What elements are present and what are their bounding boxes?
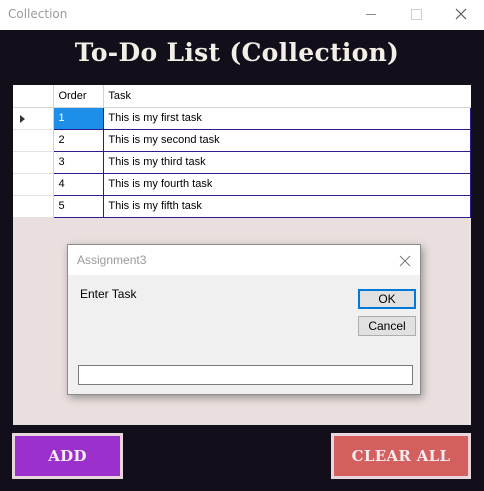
ok-button[interactable]: OK	[358, 289, 416, 309]
order-cell[interactable]: 3	[53, 150, 105, 174]
grid-header-row: Order Task	[13, 85, 471, 108]
row-header[interactable]	[13, 107, 55, 130]
order-cell[interactable]: 1	[53, 106, 105, 130]
row-pointer-icon	[20, 114, 25, 123]
minimize-icon[interactable]	[348, 0, 394, 30]
row-header[interactable]	[13, 129, 55, 152]
table-row[interactable]: 2 This is my second task	[13, 128, 471, 152]
enter-task-dialog: Assignment3 Enter Task OK Cancel	[67, 244, 421, 395]
close-icon[interactable]	[398, 253, 412, 267]
task-input[interactable]	[78, 365, 413, 385]
maximize-icon[interactable]	[393, 0, 439, 30]
task-cell[interactable]: This is my fourth task	[103, 172, 471, 196]
column-header-task[interactable]: Task	[103, 85, 471, 108]
page-title: To-Do List (Collection)	[74, 38, 400, 67]
task-cell[interactable]: This is my second task	[103, 128, 471, 152]
row-header[interactable]	[13, 195, 55, 218]
clear-all-button[interactable]: CLEAR ALL	[331, 433, 471, 479]
row-header[interactable]	[13, 151, 55, 174]
column-header-order[interactable]: Order	[53, 85, 105, 108]
order-cell[interactable]: 5	[53, 194, 105, 218]
order-cell[interactable]: 4	[53, 172, 105, 196]
add-button[interactable]: ADD	[12, 433, 123, 479]
task-cell[interactable]: This is my first task	[103, 106, 471, 130]
close-icon[interactable]	[438, 0, 484, 30]
table-row[interactable]: 1 This is my first task	[13, 106, 471, 130]
order-cell[interactable]: 2	[53, 128, 105, 152]
window-titlebar: Collection	[0, 0, 484, 30]
table-row[interactable]: 3 This is my third task	[13, 150, 471, 174]
window-title: Collection	[8, 7, 68, 21]
dialog-title: Assignment3	[77, 253, 147, 267]
task-grid[interactable]: Order Task 1 This is my first task 2 Thi…	[13, 85, 471, 218]
cancel-button[interactable]: Cancel	[358, 316, 416, 336]
table-row[interactable]: 4 This is my fourth task	[13, 172, 471, 196]
grid-corner-header[interactable]	[13, 85, 55, 108]
task-cell[interactable]: This is my fifth task	[103, 194, 471, 218]
task-cell[interactable]: This is my third task	[103, 150, 471, 174]
dialog-prompt: Enter Task	[80, 287, 137, 301]
table-row[interactable]: 5 This is my fifth task	[13, 194, 471, 218]
dialog-titlebar: Assignment3	[68, 245, 420, 275]
row-header[interactable]	[13, 173, 55, 196]
